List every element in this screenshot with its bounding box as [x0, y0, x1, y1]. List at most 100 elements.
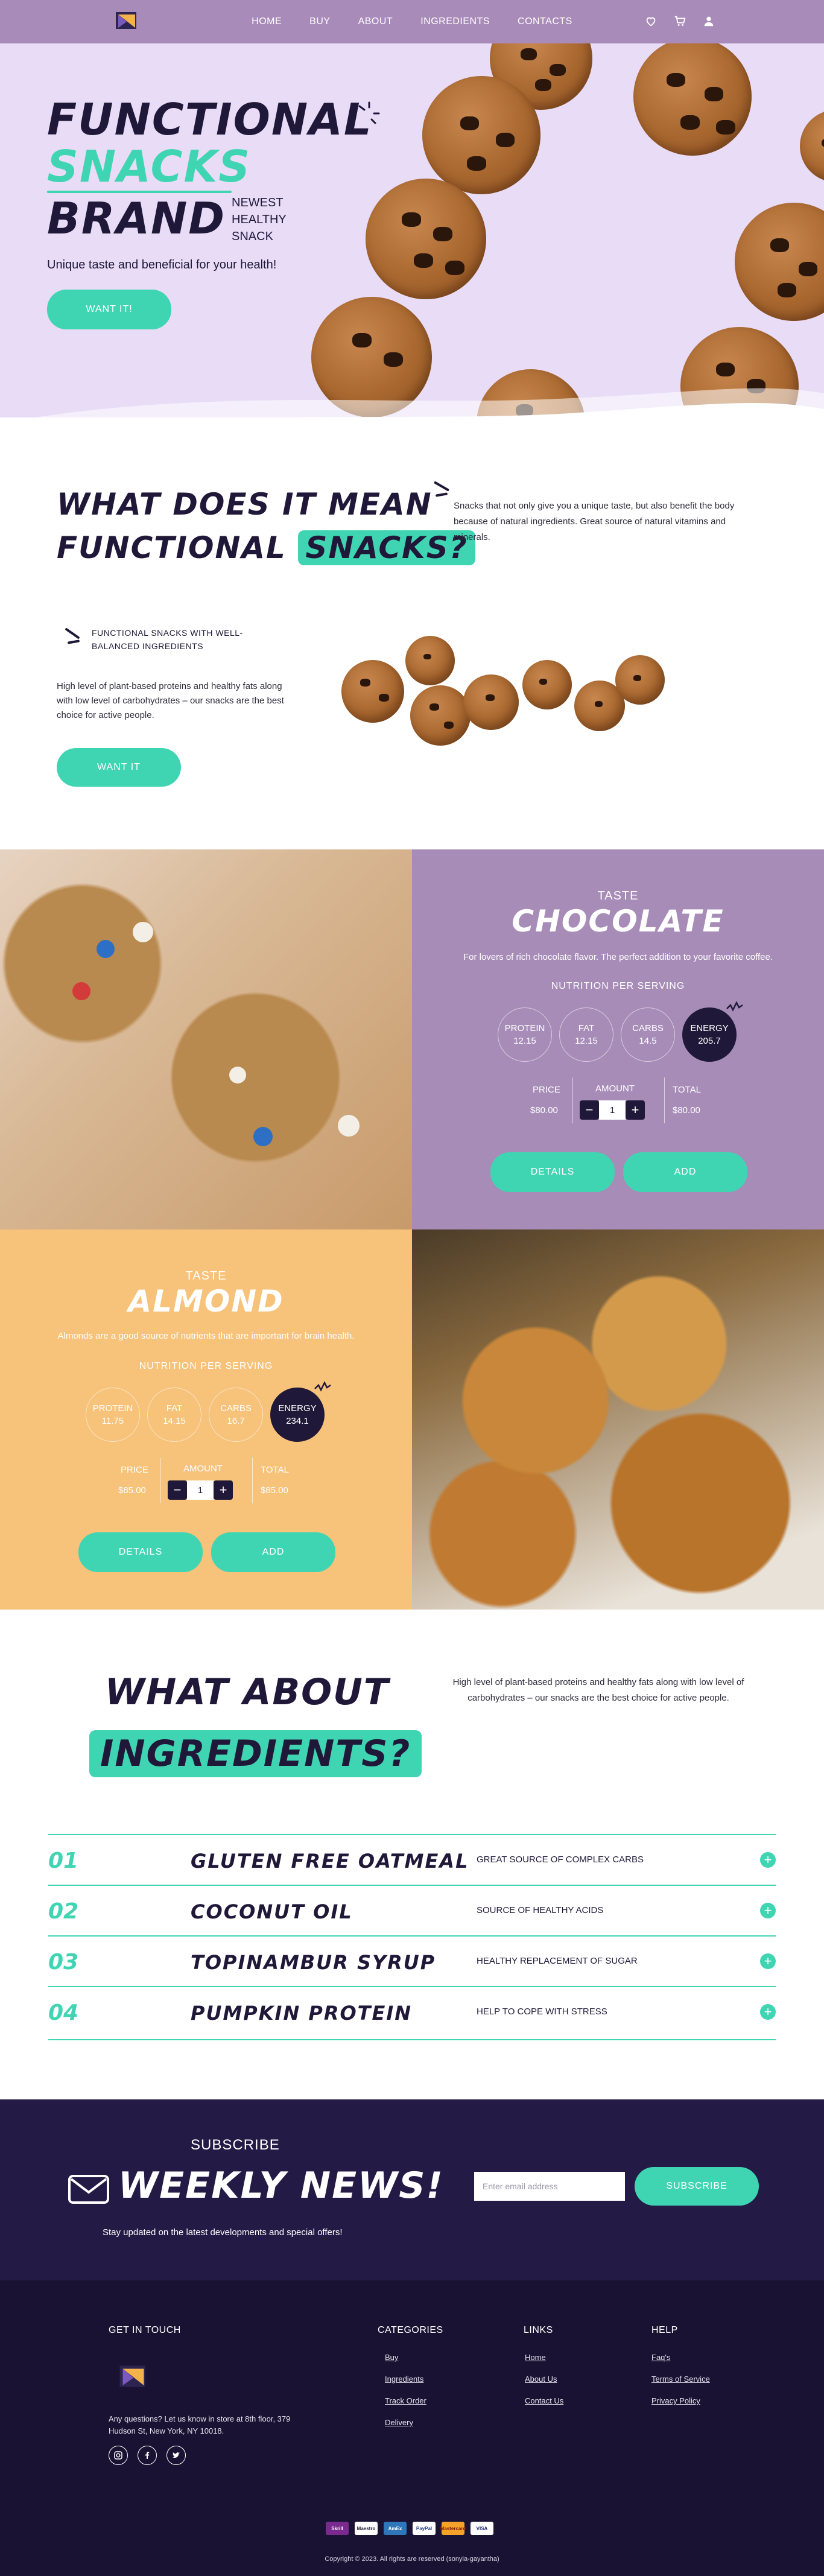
mastercard-icon: Mastercard: [440, 2522, 466, 2535]
ingredients-description: High level of plant-based proteins and h…: [452, 1677, 744, 1703]
ingredient-row[interactable]: 04 PUMPKIN PROTEIN HELP TO COPE WITH STR…: [48, 1986, 776, 2037]
hero-want-button[interactable]: WANT IT!: [47, 290, 171, 329]
decrement-button[interactable]: −: [580, 1100, 599, 1120]
hero-title-line1: FUNCTIONAL: [47, 94, 373, 145]
amount-label: AMOUNT: [595, 1083, 635, 1094]
nav-about[interactable]: ABOUT: [358, 16, 393, 27]
hero-wave: [35, 388, 824, 417]
footer-link-ingredients[interactable]: Ingredients: [385, 2375, 423, 2384]
expand-plus-icon[interactable]: +: [760, 1852, 776, 1868]
ingredient-benefit: HELP TO COPE WITH STRESS: [477, 2007, 607, 2017]
footer-link-privacy[interactable]: Privacy Policy: [651, 2396, 700, 2405]
price-value: $85.00: [118, 1485, 146, 1496]
footer-link-track-order[interactable]: Track Order: [385, 2396, 426, 2405]
ingredient-number: 03: [48, 1950, 79, 1975]
facebook-icon[interactable]: [138, 2446, 157, 2465]
footer-link-about[interactable]: About Us: [525, 2375, 557, 2384]
nutrient-fat: FAT 12.15: [559, 1007, 613, 1062]
footer-link-contact[interactable]: Contact Us: [525, 2396, 563, 2405]
email-input[interactable]: [474, 2172, 625, 2201]
ingredient-row[interactable]: 03 TOPINAMBUR SYRUP HEALTHY REPLACEMENT …: [48, 1935, 776, 1986]
hero-tag-newest: NEWEST: [232, 196, 284, 209]
paypal-icon: PayPal: [413, 2522, 436, 2535]
twitter-icon[interactable]: [166, 2446, 186, 2465]
price-label: PRICE: [533, 1085, 560, 1095]
nav-buy[interactable]: BUY: [309, 16, 330, 27]
instagram-icon[interactable]: [109, 2446, 128, 2465]
footer-link-terms[interactable]: Terms of Service: [651, 2375, 710, 2384]
ingredients-title-line2: INGREDIENTS?: [89, 1730, 422, 1777]
hero-title-line3: BRAND: [47, 193, 226, 244]
subscribe-button[interactable]: SUBSCRIBE: [635, 2167, 759, 2206]
accent-dash: [65, 627, 80, 639]
quantity-stepper: − 1 +: [168, 1480, 233, 1500]
footer-logo[interactable]: [118, 2362, 148, 2390]
cookie-image: [366, 179, 486, 299]
footer-link-home[interactable]: Home: [525, 2353, 546, 2362]
hero-tag-snack: SNACK: [232, 230, 273, 243]
quantity-value[interactable]: 1: [599, 1100, 626, 1120]
nutrient-protein: PROTEIN 11.75: [86, 1388, 140, 1442]
quantity-stepper: − 1 +: [580, 1100, 645, 1120]
nav-home[interactable]: HOME: [252, 16, 282, 27]
nutrition-label: NUTRITION PER SERVING: [551, 981, 685, 991]
divider: [48, 2039, 776, 2040]
expand-plus-icon[interactable]: +: [760, 1953, 776, 1969]
hero-section: FUNCTIONAL SNACKS BRAND NEWEST HEALTHY S…: [0, 43, 824, 417]
add-button[interactable]: ADD: [623, 1152, 747, 1192]
footer-link-delivery[interactable]: Delivery: [385, 2418, 413, 2427]
meaning-want-button[interactable]: WANT IT: [57, 748, 181, 787]
divider: [664, 1077, 665, 1123]
add-button[interactable]: ADD: [211, 1532, 335, 1572]
footer-help-heading: HELP: [651, 2325, 678, 2335]
nutrition-label: NUTRITION PER SERVING: [139, 1361, 273, 1371]
cookie-image: [633, 43, 752, 156]
quantity-value[interactable]: 1: [187, 1480, 214, 1500]
ingredient-name: COCONUT OIL: [191, 1900, 353, 1923]
cookie-image: [800, 110, 824, 182]
meaning-title: WHAT DOES IT MEAN FUNCTIONAL SNACKS?: [57, 483, 475, 569]
footer-link-faq[interactable]: Faq's: [651, 2353, 670, 2362]
taste-label: TASTE: [185, 1269, 227, 1283]
ingredient-benefit: GREAT SOURCE OF COMPLEX CARBS: [477, 1854, 644, 1865]
increment-button[interactable]: +: [626, 1100, 645, 1120]
accent-dash: [67, 639, 80, 644]
decrement-button[interactable]: −: [168, 1480, 187, 1500]
meaning-title-functional: FUNCTIONAL: [57, 530, 287, 565]
nav-contacts[interactable]: CONTACTS: [518, 16, 572, 27]
product-name: CHOCOLATE: [512, 904, 724, 939]
cookie-image: [735, 203, 824, 321]
sparkle-icon: [314, 1381, 331, 1392]
nutrient-protein: PROTEIN 12.15: [498, 1007, 552, 1062]
copyright-text: Copyright © 2023. All rights are reserve…: [325, 2555, 499, 2563]
ingredient-benefit: SOURCE OF HEALTHY ACIDS: [477, 1905, 604, 1915]
subscribe-title: WEEKLY NEWS!: [118, 2165, 444, 2207]
expand-plus-icon[interactable]: +: [760, 1903, 776, 1918]
almond-product-panel: TASTE ALMOND Almonds are a good source o…: [0, 1229, 412, 1610]
meaning-feature-description: High level of plant-based proteins and h…: [57, 681, 284, 720]
details-button[interactable]: DETAILS: [490, 1152, 615, 1192]
total-value: $85.00: [261, 1485, 288, 1496]
hero-tagline: NEWEST HEALTHY SNACK: [232, 194, 287, 245]
footer-link-buy[interactable]: Buy: [385, 2353, 398, 2362]
ingredient-row[interactable]: 01 GLUTEN FREE OATMEAL GREAT SOURCE OF C…: [48, 1834, 776, 1885]
ingredient-row[interactable]: 02 COCONUT OIL SOURCE OF HEALTHY ACIDS +: [48, 1885, 776, 1935]
user-icon[interactable]: [702, 14, 715, 28]
taste-label: TASTE: [597, 889, 639, 903]
increment-button[interactable]: +: [214, 1480, 233, 1500]
nav-ingredients[interactable]: INGREDIENTS: [420, 16, 490, 27]
total-label: TOTAL: [673, 1085, 701, 1095]
ingredient-benefit: HEALTHY REPLACEMENT OF SUGAR: [477, 1956, 638, 1966]
expand-plus-icon[interactable]: +: [760, 2004, 776, 2020]
details-button[interactable]: DETAILS: [78, 1532, 203, 1572]
meaning-title-line2: FUNCTIONAL SNACKS?: [57, 526, 475, 569]
hero-tag-healthy: HEALTHY: [232, 213, 287, 226]
nutrient-fat: FAT 14.15: [147, 1388, 201, 1442]
cart-icon[interactable]: [673, 14, 686, 28]
ingredient-name: GLUTEN FREE OATMEAL: [191, 1850, 469, 1873]
footer-categories-heading: CATEGORIES: [378, 2325, 443, 2335]
product-description: Almonds are a good source of nutrients t…: [57, 1331, 355, 1341]
footer-contact-heading: GET IN TOUCH: [109, 2325, 181, 2335]
meaning-feature-title: FUNCTIONAL SNACKS WITH WELL-BALANCED ING…: [92, 628, 243, 651]
heart-icon[interactable]: [644, 14, 658, 28]
